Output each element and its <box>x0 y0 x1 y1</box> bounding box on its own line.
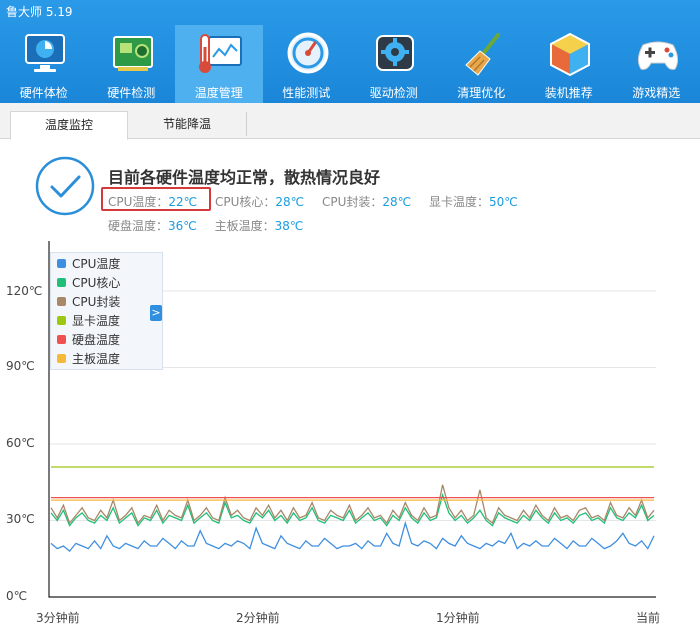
tab-bar: 温度监控 节能降温 <box>0 103 700 140</box>
legend-swatch <box>57 258 66 268</box>
nav-item-games[interactable]: 游戏精选 <box>613 25 700 103</box>
chart-legend: CPU温度 CPU核心 CPU封装 显卡温度 硬盘温度 主板温度 <box>50 252 163 370</box>
legend-label: CPU封装 <box>72 294 121 309</box>
nav-item-hardware-detect[interactable]: 硬件检测 <box>88 25 176 103</box>
y-tick-label: 0℃ <box>6 589 28 603</box>
app-title: 鲁大师 5.19 <box>6 5 73 19</box>
legend-label: CPU温度 <box>72 256 121 271</box>
x-tick-label: 3分钟前 <box>36 611 80 625</box>
metric-value-disk-temp: 36℃ <box>168 219 197 233</box>
legend-swatch <box>57 353 66 363</box>
nav-label: 硬件体检 <box>19 86 68 100</box>
nav-label: 装机推荐 <box>544 86 593 100</box>
metric-label-cpu-package: CPU封装： <box>321 195 383 209</box>
nav-item-driver[interactable]: 驱动检测 <box>350 25 438 103</box>
legend-label: 显卡温度 <box>72 313 121 328</box>
speedometer-icon <box>287 32 328 74</box>
app-window: 鲁大师 5.19 硬件体检 硬件检测 温度管理 性能测试 驱动检测 清理优化 装… <box>0 0 700 631</box>
legend-label: 硬盘温度 <box>72 332 121 347</box>
nav-item-performance[interactable]: 性能测试 <box>263 25 351 103</box>
broom-icon <box>464 33 500 76</box>
tab-power-saving[interactable]: 节能降温 <box>128 111 246 140</box>
gamepad-icon <box>637 41 678 70</box>
nav-label: 硬件检测 <box>107 86 156 100</box>
metric-value-gpu-temp: 50℃ <box>488 195 518 209</box>
cpu-temp-highlight <box>101 187 211 211</box>
legend-item-gpu-temp[interactable]: 显卡温度 <box>57 311 120 329</box>
metrics-row-2: 硬盘温度：36℃ 主板温度：38℃ <box>108 217 317 234</box>
nav-item-cleanup[interactable]: 清理优化 <box>438 25 526 103</box>
legend-swatch <box>57 296 66 306</box>
tab-temperature-monitor[interactable]: 温度监控 <box>10 111 128 140</box>
status-title: 目前各硬件温度均正常，散热情况良好 <box>108 168 381 187</box>
metric-value-cpu-package: 28℃ <box>382 195 412 209</box>
nav-label: 温度管理 <box>194 86 243 100</box>
metric-label-board-temp: 主板温度： <box>214 219 275 233</box>
monitor-check-icon <box>25 34 65 72</box>
nav-label: 驱动检测 <box>369 86 418 100</box>
x-tick-label: 当前 <box>636 611 661 625</box>
nav-item-hardware-checkup[interactable]: 硬件体检 <box>0 25 88 103</box>
y-tick-label: 60℃ <box>6 436 35 450</box>
circuit-board-icon <box>112 36 153 71</box>
main-nav: 硬件体检 硬件检测 温度管理 性能测试 驱动检测 清理优化 装机推荐 游戏精选 <box>0 25 700 103</box>
series-line-0 <box>50 520 655 553</box>
legend-item-cpu-package[interactable]: CPU封装 <box>57 292 120 310</box>
y-tick-label: 90℃ <box>6 359 35 373</box>
y-tick-label: 120℃ <box>6 284 43 298</box>
tab-divider <box>246 112 247 136</box>
header-bar: 鲁大师 5.19 硬件体检 硬件检测 温度管理 性能测试 驱动检测 清理优化 装… <box>0 0 700 103</box>
checkmark-circle-icon <box>35 156 95 216</box>
legend-label: 主板温度 <box>72 351 121 366</box>
metric-label-gpu-temp: 显卡温度： <box>428 195 489 209</box>
legend-swatch <box>57 334 66 344</box>
cube-icon <box>550 32 590 77</box>
metric-value-board-temp: 38℃ <box>274 219 304 233</box>
legend-label: CPU核心 <box>72 275 121 290</box>
legend-collapse-button[interactable]: > <box>150 305 162 321</box>
legend-item-board-temp[interactable]: 主板温度 <box>57 349 120 367</box>
y-tick-label: 30℃ <box>6 512 35 526</box>
legend-item-disk-temp[interactable]: 硬盘温度 <box>57 330 120 348</box>
driver-gear-icon <box>376 35 414 71</box>
legend-swatch <box>57 277 66 287</box>
legend-item-cpu-temp[interactable]: CPU温度 <box>57 254 120 272</box>
nav-item-temperature[interactable]: 温度管理 <box>175 25 263 103</box>
nav-item-build-recommend[interactable]: 装机推荐 <box>525 25 613 103</box>
nav-label: 清理优化 <box>457 86 506 100</box>
nav-label: 游戏精选 <box>632 86 681 100</box>
metric-label-disk-temp: 硬盘温度： <box>108 219 169 233</box>
metric-value-cpu-core: 28℃ <box>275 195 305 209</box>
thermometer-icon <box>199 34 242 73</box>
metric-label-cpu-core: CPU核心： <box>214 195 276 209</box>
legend-swatch <box>57 315 66 325</box>
x-tick-label: 1分钟前 <box>436 611 480 625</box>
x-tick-label: 2分钟前 <box>236 611 280 625</box>
legend-item-cpu-core[interactable]: CPU核心 <box>57 273 120 291</box>
nav-label: 性能测试 <box>282 86 331 100</box>
